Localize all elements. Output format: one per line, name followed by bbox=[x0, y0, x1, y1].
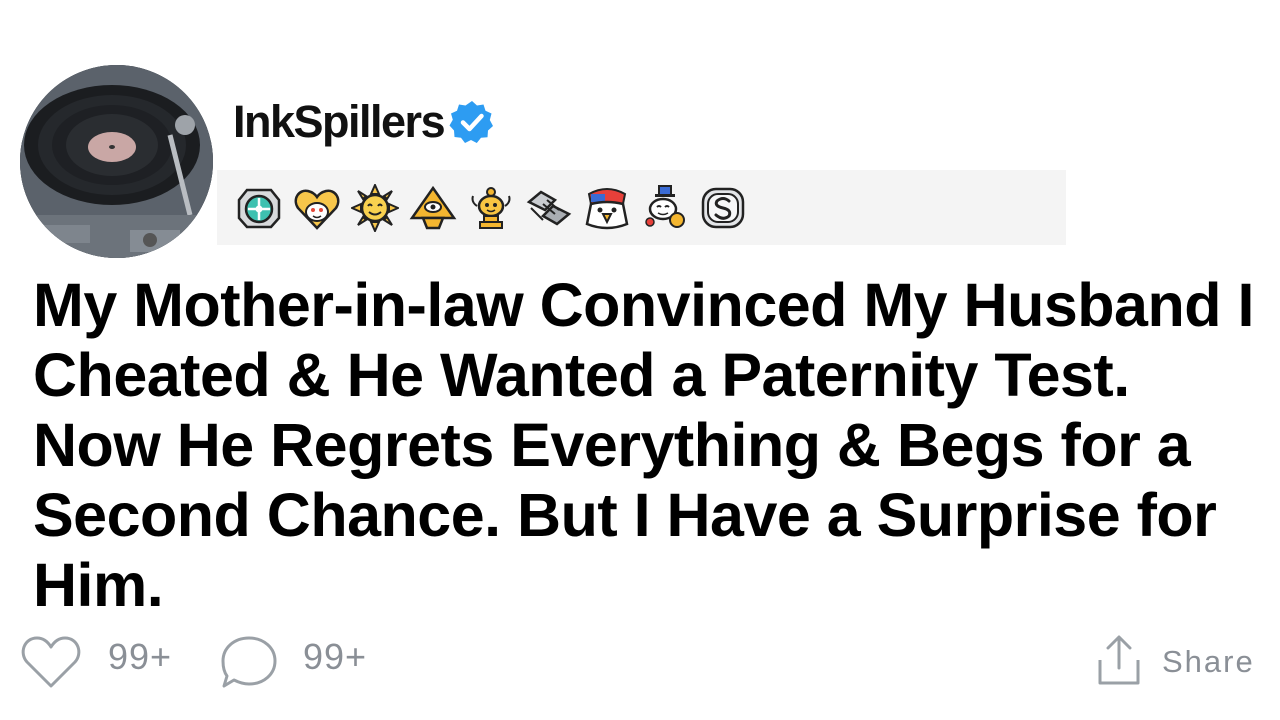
username[interactable]: InkSpillers bbox=[233, 96, 446, 148]
pyramid-eye-award-icon[interactable] bbox=[409, 184, 457, 232]
sun-face-award-icon[interactable] bbox=[351, 183, 399, 232]
share-icon[interactable] bbox=[1096, 634, 1142, 686]
snoo-party-award-icon[interactable] bbox=[641, 184, 689, 232]
likes-count: 99+ bbox=[108, 636, 173, 677]
handshake-award-icon[interactable] bbox=[525, 184, 573, 232]
avatar[interactable] bbox=[20, 65, 213, 258]
awards-bar bbox=[217, 170, 1066, 245]
compass-badge-award-icon[interactable] bbox=[235, 184, 283, 232]
eagle-award-icon[interactable] bbox=[583, 184, 631, 232]
author-header: InkSpillers bbox=[233, 92, 496, 152]
comments-count: 99+ bbox=[303, 636, 368, 677]
post-title: My Mother-in-law Convinced My Husband I … bbox=[33, 271, 1254, 619]
heart-icon[interactable] bbox=[20, 634, 82, 690]
silver-coin-award-icon[interactable] bbox=[699, 184, 747, 232]
comment-bubble-icon[interactable] bbox=[219, 634, 279, 690]
heart-snoo-award-icon[interactable] bbox=[293, 184, 341, 232]
turntable-record-icon bbox=[20, 65, 213, 258]
verified-badge-icon bbox=[449, 101, 494, 143]
gold-trophy-snoo-award-icon[interactable] bbox=[467, 184, 515, 232]
post-actions: 99+ 99+ Share bbox=[0, 626, 1280, 696]
share-button[interactable]: Share bbox=[1162, 644, 1255, 680]
